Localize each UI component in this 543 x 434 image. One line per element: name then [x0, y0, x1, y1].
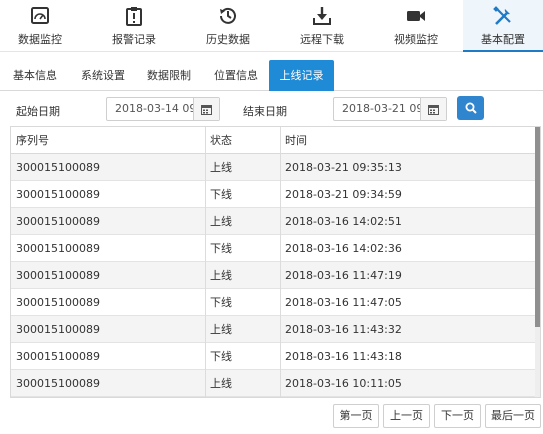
- serial-cell: 300015100089: [16, 188, 100, 201]
- alarm-log-icon: [126, 7, 142, 26]
- time-cell: 2018-03-16 11:43:18: [285, 350, 402, 363]
- history-clock-icon: [220, 7, 236, 24]
- nav-item-remote-download[interactable]: 远程下载: [278, 0, 366, 52]
- nav-item-label: 视频监控: [394, 33, 438, 46]
- tab-system-settings[interactable]: 系统设置: [74, 60, 132, 91]
- tab-online-records[interactable]: 上线记录: [269, 60, 334, 91]
- table-row[interactable]: 300015100089 下线 2018-03-16 11:47:05: [11, 289, 536, 316]
- status-cell: 上线: [210, 323, 232, 336]
- end-date-value[interactable]: 2018-03-21 09: [334, 98, 420, 120]
- time-cell: 2018-03-16 10:11:05: [285, 377, 402, 390]
- table-row[interactable]: 300015100089 上线 2018-03-16 11:47:19: [11, 262, 536, 289]
- top-navigation: 数据监控 报警记录 历史数据 远程下载 视频监控 基本配置: [0, 0, 543, 52]
- nav-item-label: 历史数据: [206, 33, 250, 46]
- column-divider: [280, 127, 281, 397]
- online-records-table: 序列号 状态 时间 300015100089 上线 2018-03-21 09:…: [10, 126, 541, 398]
- column-header-serial[interactable]: 序列号: [11, 127, 49, 154]
- status-cell: 上线: [210, 161, 232, 174]
- start-date-value[interactable]: 2018-03-14 09: [107, 98, 193, 120]
- serial-cell: 300015100089: [16, 161, 100, 174]
- column-header-status[interactable]: 状态: [205, 127, 232, 154]
- first-page-button[interactable]: 第一页: [333, 404, 379, 428]
- table-header: 序列号 状态 时间: [11, 127, 536, 154]
- table-row[interactable]: 300015100089 上线 2018-03-16 14:02:51: [11, 208, 536, 235]
- column-divider: [205, 127, 206, 397]
- scrollbar-thumb[interactable]: [535, 127, 540, 327]
- tools-icon: [493, 6, 511, 25]
- calendar-icon[interactable]: [193, 98, 219, 120]
- table-row[interactable]: 300015100089 下线 2018-03-21 09:34:59: [11, 181, 536, 208]
- nav-item-label: 报警记录: [112, 33, 156, 46]
- status-cell: 下线: [210, 350, 232, 363]
- time-cell: 2018-03-16 11:47:19: [285, 269, 402, 282]
- table-row[interactable]: 300015100089 上线 2018-03-16 11:43:32: [11, 316, 536, 343]
- time-cell: 2018-03-21 09:35:13: [285, 161, 402, 174]
- search-button[interactable]: [457, 96, 484, 120]
- serial-cell: 300015100089: [16, 350, 100, 363]
- time-cell: 2018-03-16 14:02:51: [285, 215, 402, 228]
- table-scrollbar[interactable]: [535, 127, 540, 397]
- nav-item-basic-config[interactable]: 基本配置: [463, 0, 543, 52]
- tab-basic-info[interactable]: 基本信息: [6, 60, 64, 91]
- config-subtabs: 基本信息 系统设置 数据限制 位置信息 上线记录: [0, 60, 543, 91]
- time-cell: 2018-03-16 14:02:36: [285, 242, 402, 255]
- time-cell: 2018-03-16 11:47:05: [285, 296, 402, 309]
- status-cell: 上线: [210, 269, 232, 282]
- nav-item-alarm-log[interactable]: 报警记录: [90, 0, 178, 52]
- serial-cell: 300015100089: [16, 377, 100, 390]
- serial-cell: 300015100089: [16, 242, 100, 255]
- download-tray-icon: [313, 7, 331, 25]
- serial-cell: 300015100089: [16, 296, 100, 309]
- column-header-time[interactable]: 时间: [280, 127, 307, 154]
- video-camera-icon: [407, 11, 425, 21]
- next-page-button[interactable]: 下一页: [434, 404, 481, 428]
- last-page-button[interactable]: 最后一页: [485, 404, 541, 428]
- table-row[interactable]: 300015100089 上线 2018-03-21 09:35:13: [11, 154, 536, 181]
- start-date-label: 起始日期: [16, 105, 60, 118]
- status-cell: 上线: [210, 215, 232, 228]
- nav-item-video-monitor[interactable]: 视频监控: [372, 0, 460, 52]
- search-icon: [465, 102, 477, 114]
- start-date-field[interactable]: 2018-03-14 09: [106, 97, 220, 121]
- serial-cell: 300015100089: [16, 269, 100, 282]
- time-cell: 2018-03-16 11:43:32: [285, 323, 402, 336]
- end-date-field[interactable]: 2018-03-21 09: [333, 97, 447, 121]
- table-row[interactable]: 300015100089 上线 2018-03-16 10:11:05: [11, 370, 536, 397]
- tab-data-limits[interactable]: 数据限制: [140, 60, 198, 91]
- serial-cell: 300015100089: [16, 323, 100, 336]
- serial-cell: 300015100089: [16, 215, 100, 228]
- prev-page-button[interactable]: 上一页: [383, 404, 430, 428]
- time-cell: 2018-03-21 09:34:59: [285, 188, 402, 201]
- table-row[interactable]: 300015100089 下线 2018-03-16 11:43:18: [11, 343, 536, 370]
- status-cell: 下线: [210, 296, 232, 309]
- nav-item-history-data[interactable]: 历史数据: [184, 0, 272, 52]
- calendar-icon[interactable]: [420, 98, 446, 120]
- table-row[interactable]: 300015100089 下线 2018-03-16 14:02:36: [11, 235, 536, 262]
- nav-item-label: 数据监控: [18, 33, 62, 46]
- status-cell: 下线: [210, 242, 232, 255]
- nav-item-label: 基本配置: [481, 33, 525, 46]
- nav-item-label: 远程下载: [300, 33, 344, 46]
- tab-location-info[interactable]: 位置信息: [207, 60, 265, 91]
- gauge-monitor-icon: [31, 7, 49, 24]
- status-cell: 下线: [210, 188, 232, 201]
- nav-item-data-monitor[interactable]: 数据监控: [0, 0, 84, 52]
- end-date-label: 结束日期: [243, 105, 287, 118]
- status-cell: 上线: [210, 377, 232, 390]
